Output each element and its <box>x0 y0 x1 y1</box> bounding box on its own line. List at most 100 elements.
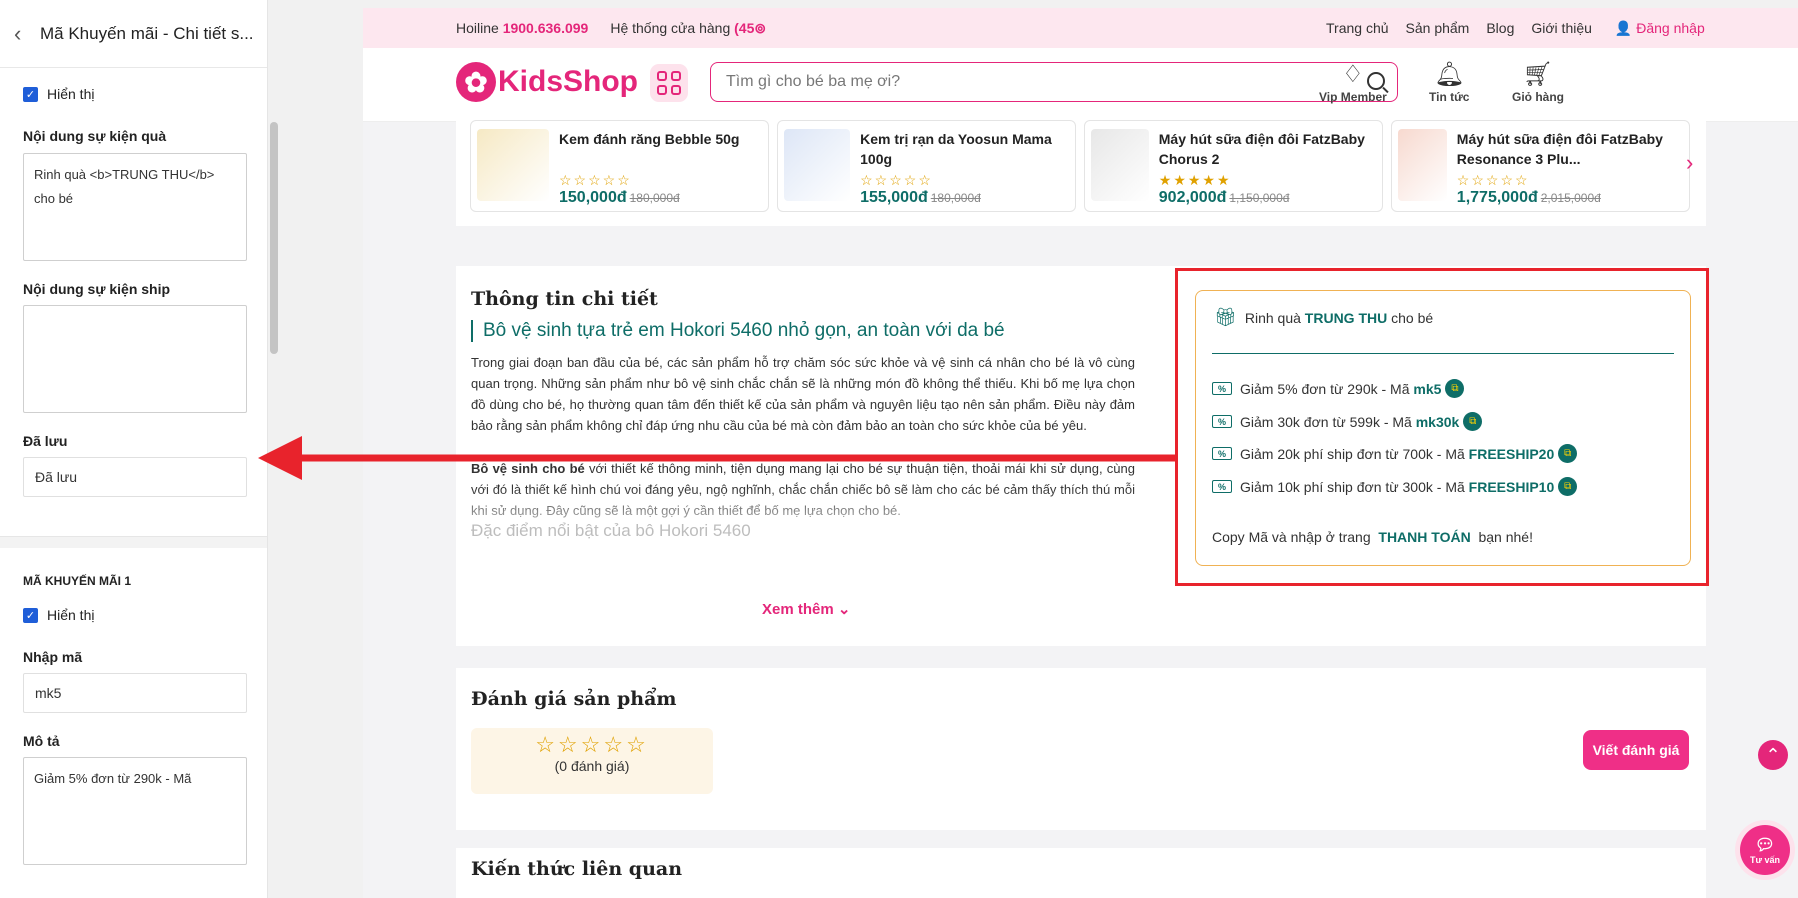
saved-input[interactable]: Đã lưu <box>23 457 247 497</box>
diamond-icon: ♢ <box>1342 61 1364 88</box>
product-price: 902,000đ <box>1158 189 1227 206</box>
store-pin-icon: ⊚ <box>754 19 767 36</box>
gift-event-label: Nội dung sự kiện quà <box>23 128 167 144</box>
product-image <box>1398 129 1447 201</box>
see-more-label: Xem thêm <box>762 601 834 618</box>
vip-member-button[interactable]: ♢ Vip Member <box>1319 60 1387 104</box>
nav-products[interactable]: Sản phẩm <box>1406 20 1470 36</box>
promo-foot-suffix: bạn nhé! <box>1474 529 1533 545</box>
promo-foot-bold: THANH TOÁN <box>1378 529 1471 545</box>
product-image <box>784 129 851 201</box>
product-name: Máy hút sữa điện đôi FatzBaby Chorus 2 <box>1158 131 1365 167</box>
promo-section-title: MÃ KHUYẾN MÃI 1 <box>23 574 132 588</box>
review-title: Đánh giá sản phẩm <box>471 688 677 710</box>
advise-label: Tư vấn <box>1749 855 1781 865</box>
panel-title: Mã Khuyến mãi - Chi tiết s... <box>40 23 254 43</box>
product-price: 1,775,000đ <box>1456 189 1538 206</box>
detail-heading-faded: Đặc điểm nổi bật của bô Hokori 5460 <box>471 521 751 540</box>
category-menu-icon[interactable] <box>650 64 688 102</box>
show-checkbox-event[interactable]: ✓ Hiển thị <box>23 86 94 102</box>
promo-divider <box>1212 353 1674 354</box>
news-label: Tin tức <box>1429 90 1470 104</box>
copy-icon[interactable]: ⧉ <box>1445 379 1465 398</box>
checkbox-checked-icon[interactable]: ✓ <box>23 607 38 623</box>
coupon-icon: % <box>1212 447 1232 460</box>
bell-icon: 🔔︎ <box>1434 61 1465 88</box>
gift-event-textarea[interactable]: Rinh quà <b>TRUNG THU</b> cho bé <box>23 153 247 261</box>
advise-chat-button[interactable]: 💬︎ Tư vấn <box>1735 820 1795 880</box>
promo-row: % Giảm 5% đơn từ 290k - Mã mk5 ⧉ <box>1212 379 1465 398</box>
promo-foot-text: Copy Mã và nhập ở trang <box>1212 529 1375 545</box>
detail-subtitle: Bô vệ sinh tựa trẻ em Hokori 5460 nhỏ gọ… <box>471 320 1005 342</box>
chevron-right-icon[interactable]: › <box>1686 150 1693 176</box>
product-old-price: 1,150,000đ <box>1229 191 1290 205</box>
top-nav: Trang chủ Sản phẩm Blog Giới thiệu 👤 Đăn… <box>1326 8 1705 48</box>
scroll-to-top-button[interactable]: ⌃ <box>1758 740 1788 770</box>
write-review-button[interactable]: Viết đánh giá <box>1583 730 1689 770</box>
detail-paragraph: Trong giai đoạn ban đầu của bé, các sản … <box>471 355 1135 433</box>
copy-icon[interactable]: ⧉ <box>1463 412 1483 431</box>
hotline-label: Hoiline <box>456 20 499 36</box>
see-more-button[interactable]: Xem thêm ⌄ <box>762 600 850 618</box>
product-old-price: 180,000đ <box>930 191 981 205</box>
show-checkbox-promo[interactable]: ✓ Hiển thị <box>23 607 94 623</box>
related-title: Kiến thức liên quan <box>471 858 683 880</box>
product-card[interactable]: Máy hút sữa điện đôi FatzBaby Chorus 2 ★… <box>1084 120 1383 212</box>
product-name: Kem trị rạn da Yoosun Mama 100g <box>860 131 1052 167</box>
nav-home[interactable]: Trang chủ <box>1326 20 1389 36</box>
product-name: Kem đánh răng Bebble 50g <box>559 131 740 147</box>
panel-header: ‹ Mã Khuyến mãi - Chi tiết s... <box>0 0 267 68</box>
scrollbar-track[interactable] <box>270 122 278 354</box>
checkbox-label: Hiển thị <box>47 86 95 102</box>
saved-label: Đã lưu <box>23 433 68 449</box>
nav-blog[interactable]: Blog <box>1486 20 1514 36</box>
promo-text: Giảm 20k phí ship đơn từ 700k - Mã <box>1240 445 1465 462</box>
product-stars: ★★★★★ <box>1158 172 1232 188</box>
product-price: 155,000đ <box>860 189 928 206</box>
checkbox-checked-icon[interactable]: ✓ <box>23 86 38 102</box>
promo-code: FREESHIP20 <box>1468 445 1555 462</box>
hotline-number[interactable]: 1900.636.099 <box>503 20 589 36</box>
related-section: Kiến thức liên quan <box>456 848 1706 898</box>
product-card[interactable]: Kem đánh răng Bebble 50g ☆☆☆☆☆ 150,000đ 1… <box>470 120 769 212</box>
ship-event-textarea[interactable] <box>23 305 247 413</box>
chat-icon: 💬︎ <box>1754 837 1776 854</box>
login-label: Đăng nhập <box>1636 19 1705 36</box>
news-button[interactable]: 🔔︎ Tin tức <box>1429 60 1469 104</box>
code-input[interactable]: mk5 <box>23 673 247 713</box>
advise-inner: 💬︎ Tư vấn <box>1740 825 1790 875</box>
section-divider <box>0 536 267 548</box>
product-card[interactable]: Máy hút sữa điện đôi FatzBaby Resonance … <box>1391 120 1690 212</box>
product-carousel: Kem đánh răng Bebble 50g ☆☆☆☆☆ 150,000đ 1… <box>456 108 1706 226</box>
logo[interactable]: ✿ KidsShop <box>456 62 638 102</box>
promo-heading: 🎁︎ Rinh quà TRUNG THU cho bé <box>1214 307 1433 328</box>
product-stars: ☆☆☆☆☆ <box>1456 172 1530 188</box>
desc-textarea[interactable]: Giảm 5% đơn từ 290k - Mã <box>23 757 247 865</box>
product-price: 150,000đ <box>559 189 627 206</box>
nav-about[interactable]: Giới thiệu <box>1531 20 1592 36</box>
promo-code: mk5 <box>1413 380 1442 397</box>
copy-icon[interactable]: ⧉ <box>1558 477 1578 496</box>
promo-head-bold: TRUNG THU <box>1304 309 1388 326</box>
ship-event-label: Nội dung sự kiện ship <box>23 281 171 297</box>
promo-row: % Giảm 30k đơn từ 599k - Mã mk30k ⧉ <box>1212 412 1483 431</box>
promo-code: FREESHIP10 <box>1468 478 1555 495</box>
stores-label[interactable]: Hệ thống cửa hàng <box>610 20 730 36</box>
product-stars: ☆☆☆☆☆ <box>860 172 933 188</box>
cart-button[interactable]: 🛒︎ Giỏ hàng <box>1512 60 1564 104</box>
product-name: Máy hút sữa điện đôi FatzBaby Resonance … <box>1456 131 1663 167</box>
login-link[interactable]: 👤 Đăng nhập <box>1615 20 1705 37</box>
stores-count[interactable]: (45 <box>734 20 754 36</box>
copy-icon[interactable]: ⧉ <box>1558 444 1578 463</box>
search-input[interactable]: Tìm gì cho bé ba mẹ ơi? <box>710 62 1398 102</box>
product-card[interactable]: Kem trị rạn da Yoosun Mama 100g ☆☆☆☆☆ 15… <box>777 120 1076 212</box>
chevron-up-icon: ⌃ <box>1765 744 1781 765</box>
product-image <box>1091 129 1149 201</box>
logo-text: KidsShop <box>498 65 638 98</box>
detail-title: Thông tin chi tiết <box>471 288 658 310</box>
user-icon: 👤 <box>1614 19 1633 36</box>
back-icon[interactable]: ‹ <box>14 21 40 47</box>
gift-icon: 🎁︎ <box>1214 307 1237 327</box>
coupon-icon: % <box>1212 382 1232 395</box>
cart-label: Giỏ hàng <box>1512 90 1564 104</box>
